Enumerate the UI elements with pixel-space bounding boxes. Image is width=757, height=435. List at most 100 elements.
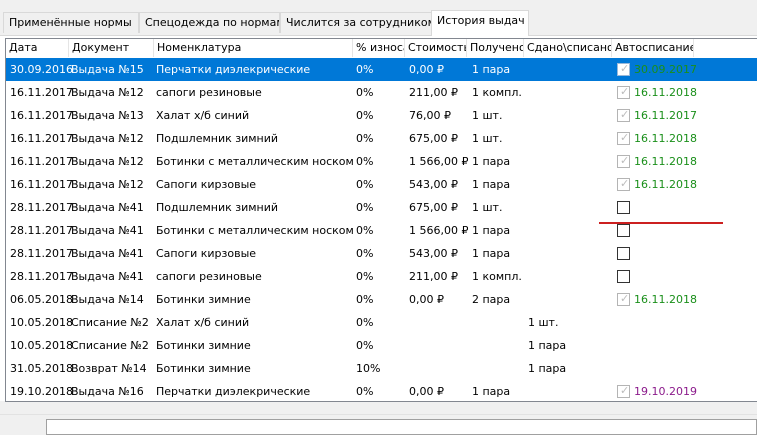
cell-document: Выдача №41 — [71, 201, 144, 214]
autowriteoff-date: 16.11.2018 — [634, 132, 697, 145]
autowriteoff-checkbox[interactable]: ✓ — [617, 177, 630, 191]
cell-received: 1 шт. — [472, 132, 503, 145]
cell-received: 1 пара — [472, 385, 511, 398]
cell-date: 28.11.2017 — [10, 201, 73, 214]
table-row[interactable]: 10.05.2018 Списание №2 Халат х/б синий 0% 1 … — [6, 311, 757, 334]
cell-nomenclature: Ботинки зимние — [156, 293, 251, 306]
cell-wear: 0% — [356, 201, 374, 214]
column-header-autowriteoff[interactable]: Автосписание — [612, 39, 694, 57]
autowriteoff-checkbox[interactable]: ✓ — [617, 292, 630, 306]
cell-document: Выдача №12 — [71, 86, 144, 99]
table-row[interactable]: 31.05.2018 Возврат №14 Ботинки зимние 10% 1 … — [6, 357, 757, 380]
cell-received: 2 пара — [472, 293, 511, 306]
column-header-wear[interactable]: % износа — [353, 39, 405, 57]
autowriteoff-date: 16.11.2017 — [634, 109, 697, 122]
annotation-underline — [599, 222, 723, 224]
autowriteoff-checkbox[interactable]: ✓ — [617, 154, 630, 168]
cell-document: Выдача №15 — [71, 63, 144, 76]
cell-nomenclature: Ботинки с металлическим носком — [156, 155, 354, 168]
cell-cost: 0,00 ₽ — [409, 385, 444, 398]
autowriteoff-checkbox[interactable]: ✓ — [617, 62, 630, 76]
cell-returned: 1 шт. — [528, 316, 559, 329]
cell-cost: 675,00 ₽ — [409, 201, 458, 214]
cell-date: 16.11.2017 — [10, 132, 73, 145]
cell-received: 1 компл. — [472, 86, 522, 99]
cell-date: 06.05.2018 — [10, 293, 73, 306]
autowriteoff-checkbox[interactable] — [617, 270, 630, 283]
column-header-date[interactable]: Дата — [6, 39, 69, 57]
checkmark-icon: ✓ — [620, 292, 630, 305]
cell-document: Списание №2 — [71, 316, 149, 329]
autowriteoff-checkbox[interactable] — [617, 224, 630, 237]
cell-cost: 0,00 ₽ — [409, 293, 444, 306]
cell-nomenclature: Ботинки с металлическим носком — [156, 224, 354, 237]
autowriteoff-date: 16.11.2018 — [634, 155, 697, 168]
cell-received: 1 компл. — [472, 270, 522, 283]
autowriteoff-date: 19.10.2019 — [634, 385, 697, 398]
tab-bar: Применённые нормы Спецодежда по нормам Ч… — [0, 0, 757, 36]
column-header-cost[interactable]: Стоимость — [405, 39, 467, 57]
issue-history-grid[interactable]: Дата Документ Номенклатура % износа Стои… — [5, 38, 757, 402]
cell-wear: 10% — [356, 362, 381, 375]
cell-cost: 76,00 ₽ — [409, 109, 451, 122]
cell-nomenclature: Халат х/б синий — [156, 316, 250, 329]
checkmark-icon: ✓ — [620, 177, 630, 190]
checkmark-icon: ✓ — [620, 131, 630, 144]
cell-document: Выдача №16 — [71, 385, 144, 398]
cell-wear: 0% — [356, 178, 374, 191]
cell-document: Выдача №12 — [71, 178, 144, 191]
cell-wear: 0% — [356, 109, 374, 122]
checkmark-icon: ✓ — [620, 62, 630, 75]
table-row[interactable]: 16.11.2017 Выдача №12 сапоги резиновые 0% 21… — [6, 81, 757, 104]
tab-assigned-to-employee[interactable]: Числится за сотрудником — [280, 12, 432, 33]
cell-received: 1 пара — [472, 224, 511, 237]
autowriteoff-checkbox[interactable]: ✓ — [617, 108, 630, 122]
autowriteoff-date: 30.09.2017 — [634, 63, 697, 76]
cell-received: 1 пара — [472, 155, 511, 168]
cell-document: Возврат №14 — [71, 362, 147, 375]
cell-document: Списание №2 — [71, 339, 149, 352]
table-row[interactable]: 16.11.2017 Выдача №12 Сапоги кирзовые 0% 543… — [6, 173, 757, 196]
cell-returned: 1 пара — [528, 362, 567, 375]
autowriteoff-checkbox[interactable] — [617, 201, 630, 214]
table-row[interactable]: 06.05.2018 Выдача №14 Ботинки зимние 0% 0,00… — [6, 288, 757, 311]
cell-wear: 0% — [356, 270, 374, 283]
table-row[interactable]: 28.11.2017 Выдача №41 сапоги резиновые 0% 21… — [6, 265, 757, 288]
cell-document: Выдача №41 — [71, 224, 144, 237]
column-header-received[interactable]: Получено — [467, 39, 524, 57]
autowriteoff-checkbox[interactable]: ✓ — [617, 85, 630, 99]
table-row[interactable]: 16.11.2017 Выдача №13 Халат х/б синий 0% 76,… — [6, 104, 757, 127]
autowriteoff-checkbox[interactable]: ✓ — [617, 131, 630, 145]
tab-workwear-by-norms[interactable]: Спецодежда по нормам — [139, 12, 280, 33]
autowriteoff-checkbox[interactable]: ✓ — [617, 384, 630, 398]
column-header-nomenclature[interactable]: Номенклатура — [154, 39, 353, 57]
tab-applied-norms[interactable]: Применённые нормы — [3, 12, 139, 33]
table-row[interactable]: 16.11.2017 Выдача №12 Подшлемник зимний 0% 6… — [6, 127, 757, 150]
table-row[interactable]: 30.09.2016 Выдача №15 Перчатки диэлекричес… — [6, 58, 757, 81]
cell-wear: 0% — [356, 132, 374, 145]
column-header-document[interactable]: Документ — [69, 39, 154, 57]
cell-cost: 1 566,00 ₽ — [409, 155, 469, 168]
cell-cost: 211,00 ₽ — [409, 270, 458, 283]
cell-nomenclature: Подшлемник зимний — [156, 201, 279, 214]
table-row[interactable]: 28.11.2017 Выдача №41 Подшлемник зимний 0% 6… — [6, 196, 757, 219]
table-row[interactable]: 19.10.2018 Выдача №16 Перчатки диэлекричес… — [6, 380, 757, 401]
cell-date: 16.11.2017 — [10, 109, 73, 122]
tab-issue-history[interactable]: История выдач — [431, 10, 529, 36]
cell-nomenclature: Перчатки диэлекрические — [156, 385, 311, 398]
cell-date: 31.05.2018 — [10, 362, 73, 375]
cell-wear: 0% — [356, 293, 374, 306]
cell-document: Выдача №12 — [71, 132, 144, 145]
checkmark-icon: ✓ — [620, 154, 630, 167]
autowriteoff-date: 16.11.2018 — [634, 86, 697, 99]
checkmark-icon: ✓ — [620, 108, 630, 121]
checkmark-icon: ✓ — [620, 384, 630, 397]
column-header-returned[interactable]: Сдано\списано — [524, 39, 612, 57]
cell-nomenclature: Ботинки зимние — [156, 362, 251, 375]
cell-date: 28.11.2017 — [10, 247, 73, 260]
table-row[interactable]: 28.11.2017 Выдача №41 Сапоги кирзовые 0% 543… — [6, 242, 757, 265]
autowriteoff-checkbox[interactable] — [617, 247, 630, 260]
table-row[interactable]: 16.11.2017 Выдача №12 Ботинки с металличес… — [6, 150, 757, 173]
cell-nomenclature: Подшлемник зимний — [156, 132, 279, 145]
table-row[interactable]: 10.05.2018 Списание №2 Ботинки зимние 0% 1 п… — [6, 334, 757, 357]
